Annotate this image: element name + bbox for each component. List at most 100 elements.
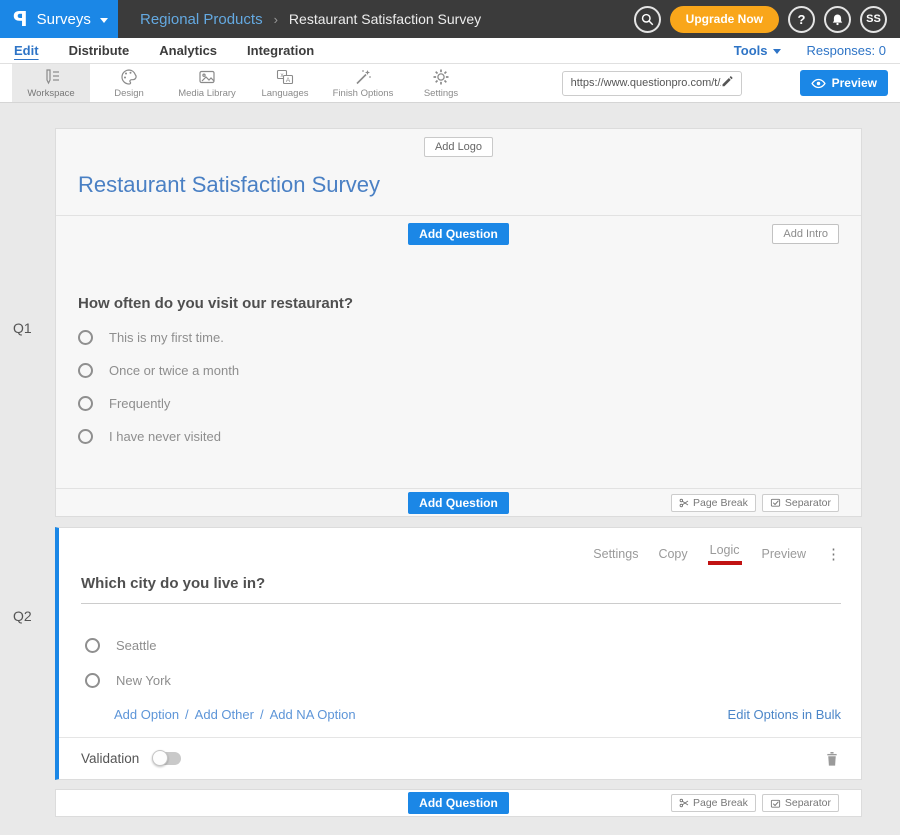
kebab-menu-icon[interactable]: ⋮ — [826, 547, 841, 562]
tab-distribute[interactable]: Distribute — [69, 43, 140, 58]
radio-button[interactable] — [85, 638, 100, 653]
add-other-link[interactable]: Add Other — [195, 707, 254, 722]
toolbar-item-label: Settings — [424, 88, 458, 99]
question-copy-button[interactable]: Copy — [658, 547, 687, 561]
link-separator: / — [260, 707, 264, 722]
option-actions-row: Add Option / Add Other / Add NA Option E… — [59, 707, 861, 722]
toolbar-item-label: Design — [114, 88, 144, 99]
toggle-knob — [152, 750, 168, 766]
answer-option: Frequently — [78, 395, 839, 411]
upgrade-now-button[interactable]: Upgrade Now — [670, 6, 779, 33]
tab-integration[interactable]: Integration — [247, 43, 324, 58]
help-button[interactable]: ? — [788, 6, 815, 33]
tab-analytics[interactable]: Analytics — [159, 43, 227, 58]
bell-icon — [831, 13, 844, 26]
radio-button[interactable] — [78, 396, 93, 411]
survey-header-card: Add Logo Restaurant Satisfaction Survey … — [55, 128, 862, 517]
avatar[interactable]: SS — [860, 6, 887, 33]
link-separator: / — [185, 707, 189, 722]
tab-edit[interactable]: Edit — [14, 43, 49, 58]
add-question-button[interactable]: Add Question — [408, 792, 509, 814]
option-label[interactable]: New York — [116, 673, 171, 688]
option-label[interactable]: This is my first time. — [109, 330, 224, 345]
add-question-button[interactable]: Add Question — [408, 492, 509, 514]
question-logic-button[interactable]: Logic — [708, 543, 742, 565]
surveys-product-menu[interactable]: P Surveys — [0, 0, 118, 38]
separator-button[interactable]: Separator — [762, 794, 839, 812]
add-intro-button[interactable]: Add Intro — [772, 224, 839, 244]
search-button[interactable] — [634, 6, 661, 33]
trash-icon — [825, 751, 839, 767]
add-na-option-link[interactable]: Add NA Option — [270, 707, 356, 722]
scissors-icon — [679, 798, 689, 808]
option-label[interactable]: Once or twice a month — [109, 363, 239, 378]
separator-icon — [770, 798, 781, 809]
breadcrumb-separator: › — [274, 12, 278, 27]
pencil-icon — [721, 75, 733, 87]
validation-toggle[interactable] — [154, 752, 181, 765]
responses-count[interactable]: Responses: 0 — [807, 43, 887, 58]
toolbar-item-languages[interactable]: xA Languages — [246, 64, 324, 102]
answer-option: I have never visited — [78, 428, 839, 444]
svg-text:A: A — [286, 77, 291, 84]
logo-row: Add Logo — [56, 129, 861, 157]
toolbar-item-workspace[interactable]: Workspace — [12, 64, 90, 102]
chevron-down-icon — [100, 18, 108, 23]
subnav-right: Tools Responses: 0 — [734, 43, 886, 58]
question-preview-button[interactable]: Preview — [762, 547, 806, 561]
page-break-button[interactable]: Page Break — [671, 494, 756, 512]
option-label[interactable]: Frequently — [109, 396, 170, 411]
add-question-button[interactable]: Add Question — [408, 223, 509, 245]
separator-label: Separator — [785, 497, 831, 509]
option-label[interactable]: Seattle — [116, 638, 156, 653]
toolbar-item-media-library[interactable]: Media Library — [168, 64, 246, 102]
page-break-label: Page Break — [693, 497, 748, 509]
radio-button[interactable] — [85, 673, 100, 688]
preview-button[interactable]: Preview — [800, 70, 888, 96]
insert-controls: Page Break Separator — [671, 494, 839, 512]
radio-button[interactable] — [78, 363, 93, 378]
gear-icon — [432, 68, 450, 86]
survey-nav: Edit Distribute Analytics Integration To… — [0, 38, 900, 64]
preview-label: Preview — [832, 76, 877, 90]
translate-icon: xA — [276, 68, 294, 86]
header-actions: Upgrade Now ? SS — [634, 0, 900, 38]
survey-canvas: Q1 Q2 Add Logo Restaurant Satisfaction S… — [0, 128, 900, 835]
option-label[interactable]: I have never visited — [109, 429, 221, 444]
question-settings-button[interactable]: Settings — [593, 547, 638, 561]
toolbar-item-label: Finish Options — [333, 88, 394, 99]
add-option-link[interactable]: Add Option — [114, 707, 179, 722]
edit-url-button[interactable] — [721, 74, 733, 92]
insert-controls: Page Break Separator — [671, 794, 839, 812]
tools-menu[interactable]: Tools — [734, 43, 781, 58]
edit-options-in-bulk-link[interactable]: Edit Options in Bulk — [728, 707, 841, 722]
survey-url-input[interactable] — [571, 77, 721, 89]
survey-title[interactable]: Restaurant Satisfaction Survey — [56, 157, 861, 215]
question-number-q2: Q2 — [13, 608, 32, 624]
breadcrumb-survey-name: Restaurant Satisfaction Survey — [289, 11, 481, 27]
image-icon — [198, 68, 216, 86]
eye-icon — [811, 78, 826, 89]
questionpro-logo: P — [13, 7, 28, 31]
chevron-down-icon — [773, 49, 781, 54]
notifications-button[interactable] — [824, 6, 851, 33]
question-text[interactable]: How often do you visit our restaurant? — [78, 295, 839, 312]
survey-link-field — [562, 71, 742, 96]
question-toolbar: Settings Copy Logic Preview ⋮ — [59, 528, 861, 565]
question-text[interactable]: Which city do you live in? — [81, 575, 841, 604]
toolbar-item-design[interactable]: Design — [90, 64, 168, 102]
radio-button[interactable] — [78, 429, 93, 444]
add-question-row-top: Add Question Add Intro — [56, 215, 861, 251]
separator-button[interactable]: Separator — [762, 494, 839, 512]
page-break-button[interactable]: Page Break — [671, 794, 756, 812]
breadcrumb-folder[interactable]: Regional Products — [140, 11, 263, 28]
add-logo-button[interactable]: Add Logo — [424, 137, 493, 157]
search-icon — [641, 13, 654, 26]
toolbar-item-finish-options[interactable]: Finish Options — [324, 64, 402, 102]
toolbar-item-settings[interactable]: Settings — [402, 64, 480, 102]
toolbar-item-label: Workspace — [27, 88, 74, 99]
delete-question-button[interactable] — [825, 751, 839, 767]
toolbar-item-label: Languages — [261, 88, 308, 99]
radio-button[interactable] — [78, 330, 93, 345]
add-question-row-mid: Add Question Page Break Separator — [56, 488, 861, 516]
